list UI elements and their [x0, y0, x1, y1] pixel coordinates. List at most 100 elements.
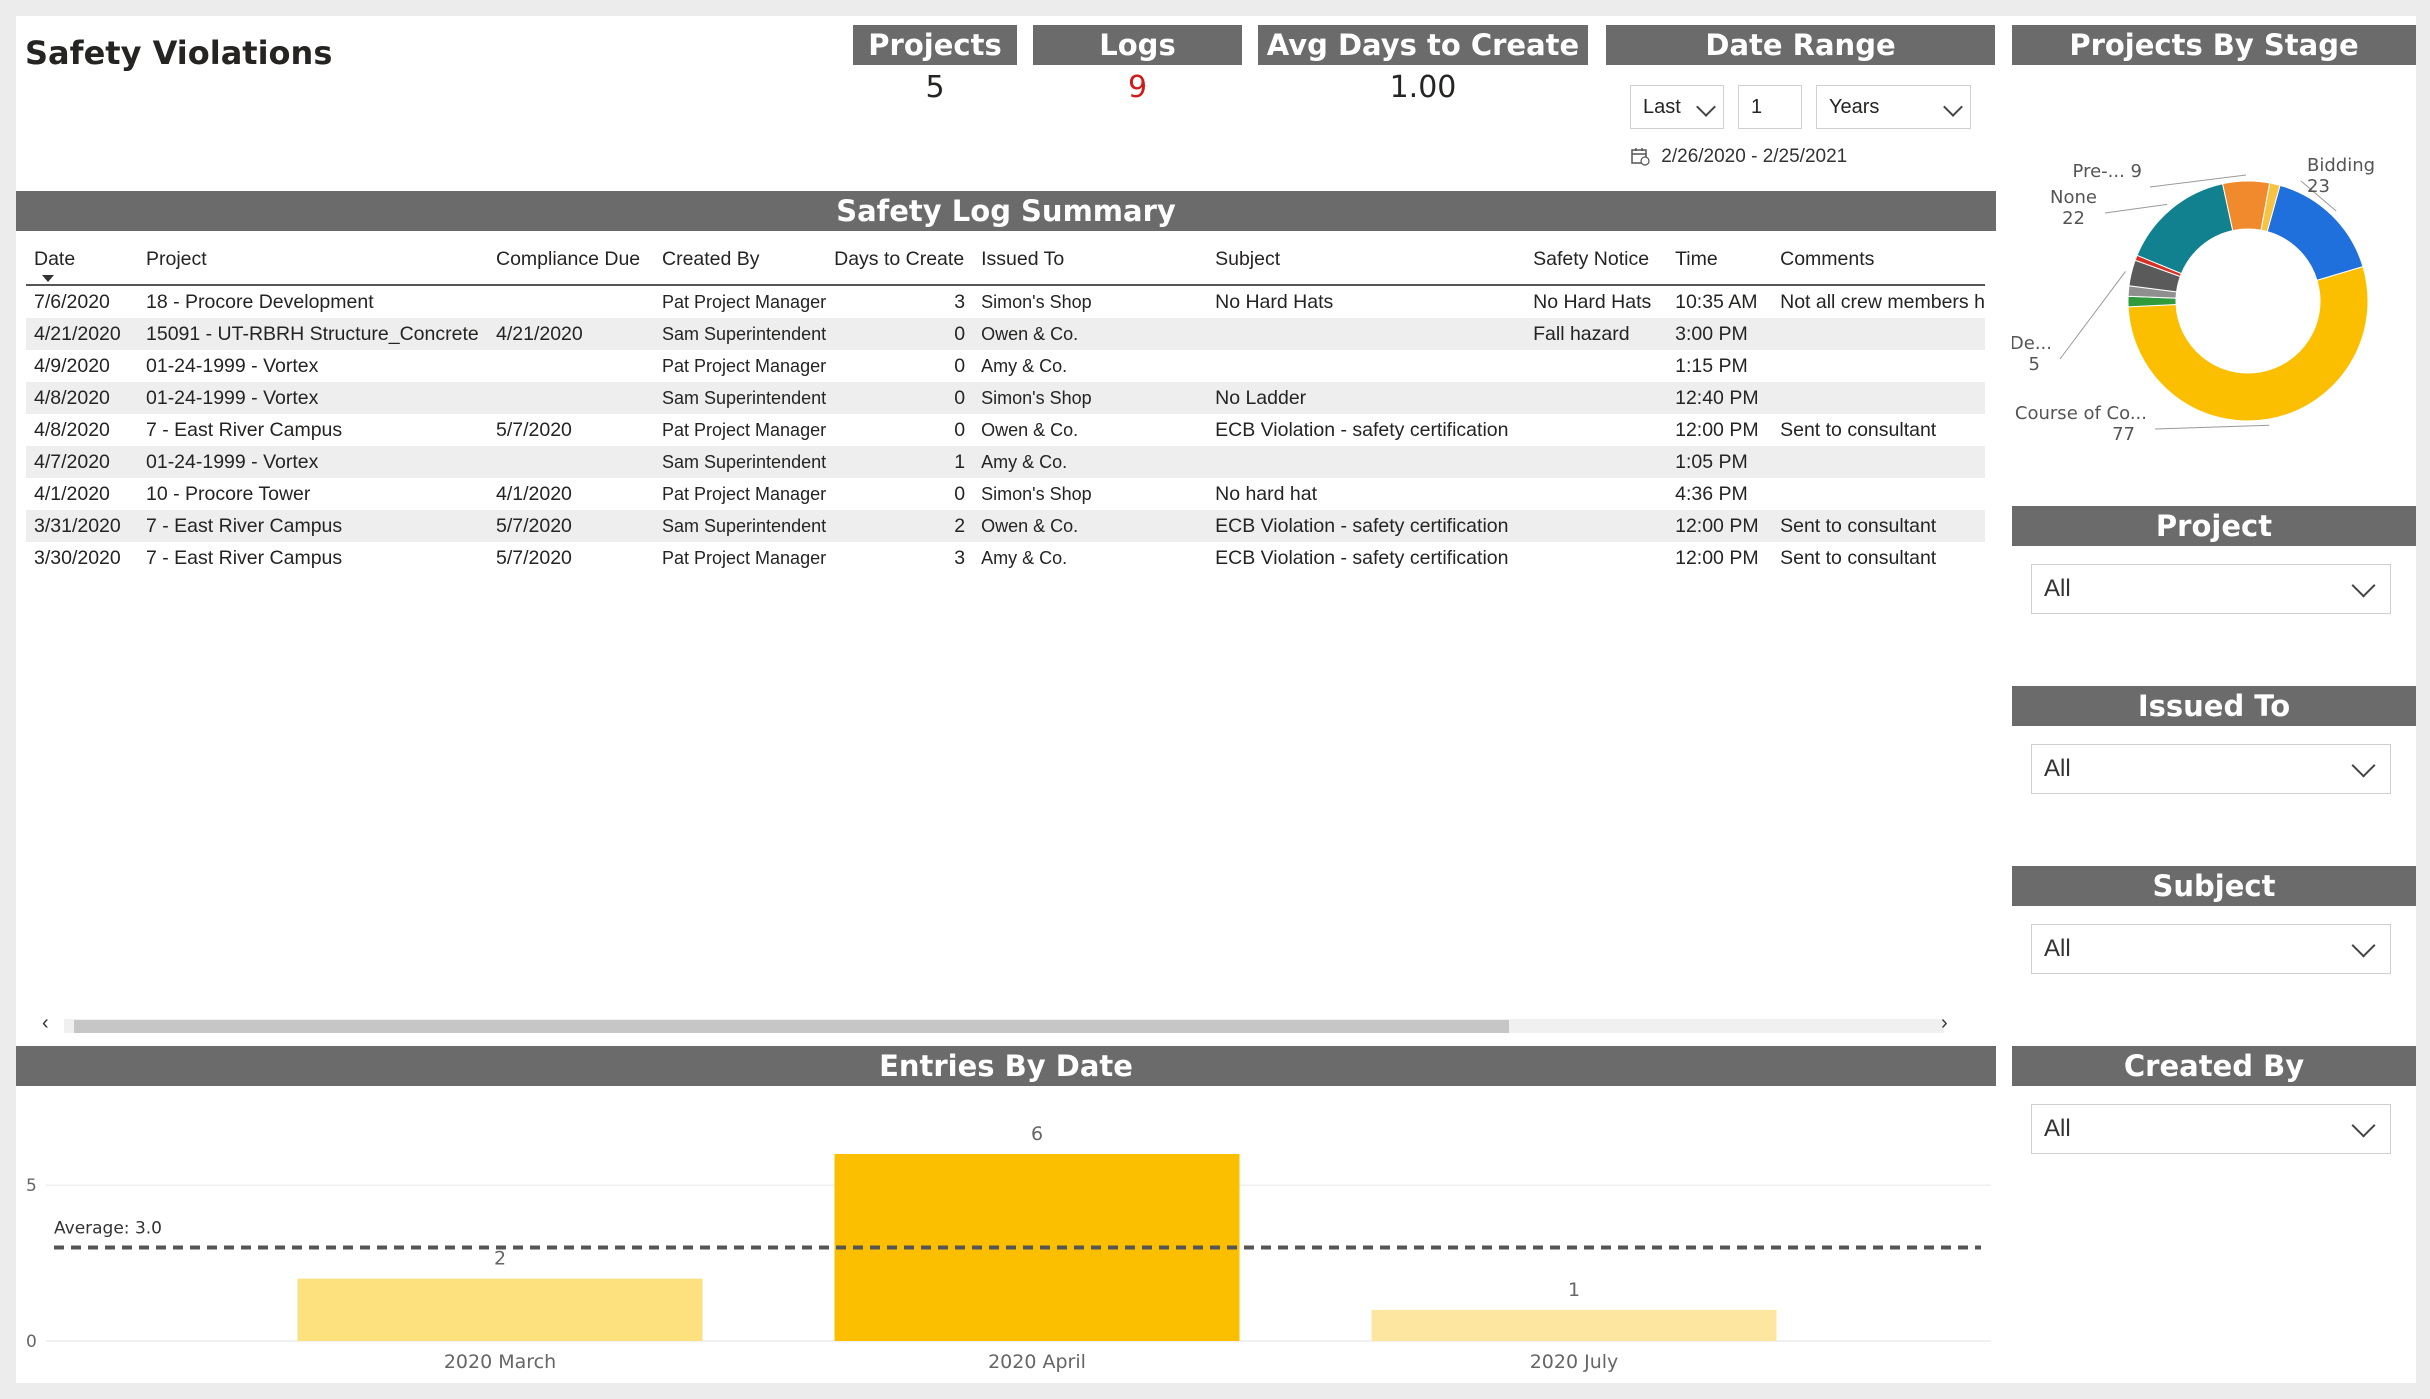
- cell-date: 4/7/2020: [26, 446, 138, 478]
- report-canvas: Safety Violations Projects 5 Logs 9 Avg …: [16, 16, 2416, 1383]
- cell-issued-to: Amy & Co.: [973, 350, 1208, 382]
- subject-slicer-dropdown[interactable]: All: [2031, 924, 2391, 974]
- column-header-time[interactable]: Time: [1667, 234, 1773, 286]
- cell-safety-notice: Fall hazard: [1525, 318, 1668, 350]
- cell-safety-notice: No Hard Hats: [1525, 285, 1668, 318]
- y-tick-label: 5: [26, 1176, 37, 1196]
- chevron-down-icon: [1943, 97, 1963, 117]
- column-header-issued-to[interactable]: Issued To: [973, 234, 1208, 286]
- table-row[interactable]: 4/8/2020 7 - East River Campus 5/7/2020 Pat…: [26, 414, 1985, 446]
- cell-issued-to: Owen & Co.: [973, 318, 1208, 350]
- issued-to-slicer-header: Issued To: [2012, 686, 2416, 726]
- cell-created-by: Sam Superintendent: [654, 382, 827, 414]
- slice-label: Bidding 23: [2307, 155, 2375, 197]
- y-tick-label: 0: [26, 1332, 37, 1352]
- cell-project: 15091 - UT-RBRH Structure_Concrete: [138, 318, 488, 350]
- subject-slicer-value: All: [2044, 935, 2071, 962]
- cell-project: 01-24-1999 - Vortex: [138, 382, 488, 414]
- cell-subject: [1207, 318, 1526, 350]
- cell-issued-to: Amy & Co.: [973, 542, 1208, 574]
- x-tick-label: 2020 April: [988, 1351, 1086, 1373]
- chevron-down-icon: [2351, 573, 2376, 598]
- project-slicer-header: Project: [2012, 506, 2416, 546]
- date-relative-select[interactable]: Last: [1630, 85, 1724, 129]
- summary-header: Safety Log Summary: [16, 191, 1996, 231]
- issued-to-slicer-value: All: [2044, 755, 2071, 782]
- table-row[interactable]: 4/9/2020 01-24-1999 - Vortex Pat Project M…: [26, 350, 1985, 382]
- donut-slice[interactable]: [2266, 184, 2364, 282]
- column-header-project[interactable]: Project: [138, 234, 488, 286]
- cell-subject: ECB Violation - safety certification: [1207, 510, 1526, 542]
- cell-compliance-due: 5/7/2020: [488, 542, 654, 574]
- date-count-input[interactable]: 1: [1738, 85, 1802, 129]
- cell-compliance-due: 5/7/2020: [488, 414, 654, 446]
- table-row[interactable]: 7/6/2020 18 - Procore Development Pat Proj…: [26, 285, 1985, 318]
- column-header-subject[interactable]: Subject: [1207, 234, 1526, 286]
- cell-issued-to: Simon's Shop: [973, 382, 1208, 414]
- date-unit-value: Years: [1829, 96, 1880, 118]
- cell-time: 3:00 PM: [1667, 318, 1773, 350]
- x-tick-label: 2020 July: [1530, 1351, 1619, 1373]
- column-header-date[interactable]: Date: [26, 234, 138, 286]
- created-by-slicer-dropdown[interactable]: All: [2031, 1104, 2391, 1154]
- cell-safety-notice: [1525, 542, 1668, 574]
- cell-project: 7 - East River Campus: [138, 414, 488, 446]
- column-header-compliance-due[interactable]: Compliance Due: [488, 234, 654, 286]
- issued-to-slicer-dropdown[interactable]: All: [2031, 744, 2391, 794]
- scroll-left-arrow[interactable]: ‹: [42, 1012, 49, 1035]
- bar-data-label: 1: [1568, 1279, 1580, 1301]
- table-row[interactable]: 4/21/2020 15091 - UT-RBRH Structure_Concr…: [26, 318, 1985, 350]
- cell-comments: [1772, 382, 1985, 414]
- column-header-safety-notice[interactable]: Safety Notice: [1525, 234, 1668, 286]
- bar[interactable]: [1371, 1309, 1777, 1341]
- table-row[interactable]: 4/7/2020 01-24-1999 - Vortex Sam Superinte…: [26, 446, 1985, 478]
- cell-comments: Not all crew members h: [1772, 285, 1985, 318]
- cell-comments: [1772, 446, 1985, 478]
- cell-days-to-create: 3: [826, 285, 974, 318]
- cell-project: 7 - East River Campus: [138, 542, 488, 574]
- scrollbar-thumb[interactable]: [74, 1020, 1509, 1033]
- bar-data-label: 6: [1031, 1123, 1043, 1145]
- table-row[interactable]: 3/31/2020 7 - East River Campus 5/7/2020 Sa…: [26, 510, 1985, 542]
- column-header-comments[interactable]: Comments: [1772, 234, 1985, 286]
- cell-comments: [1772, 478, 1985, 510]
- cell-days-to-create: 0: [826, 350, 974, 382]
- cell-time: 10:35 AM: [1667, 285, 1773, 318]
- cell-comments: Sent to consultant: [1772, 510, 1985, 542]
- cell-safety-notice: [1525, 382, 1668, 414]
- cell-project: 7 - East River Campus: [138, 510, 488, 542]
- cell-created-by: Sam Superintendent: [654, 318, 827, 350]
- cell-issued-to: Owen & Co.: [973, 510, 1208, 542]
- column-header-days-to-create[interactable]: Days to Create: [826, 234, 974, 286]
- table-row[interactable]: 3/30/2020 7 - East River Campus 5/7/2020 Pa…: [26, 542, 1985, 574]
- logs-card-value: 9: [1127, 70, 1148, 105]
- donut-slice[interactable]: [2136, 183, 2234, 275]
- cell-subject: No hard hat: [1207, 478, 1526, 510]
- cell-compliance-due: 4/1/2020: [488, 478, 654, 510]
- scroll-right-arrow[interactable]: ›: [1941, 1012, 1948, 1035]
- cell-project: 10 - Procore Tower: [138, 478, 488, 510]
- cell-days-to-create: 0: [826, 414, 974, 446]
- bar[interactable]: [297, 1278, 703, 1341]
- created-by-slicer-value: All: [2044, 1115, 2071, 1142]
- cell-issued-to: Owen & Co.: [973, 414, 1208, 446]
- cell-created-by: Sam Superintendent: [654, 446, 827, 478]
- table-row[interactable]: 4/1/2020 10 - Procore Tower 4/1/2020 Pat Pr…: [26, 478, 1985, 510]
- cell-date: 4/1/2020: [26, 478, 138, 510]
- slice-label: None 22: [2050, 187, 2097, 229]
- table-row[interactable]: 4/8/2020 01-24-1999 - Vortex Sam Superinte…: [26, 382, 1985, 414]
- cell-days-to-create: 0: [826, 318, 974, 350]
- page-title: Safety Violations: [25, 34, 333, 72]
- column-header-created-by[interactable]: Created By: [654, 234, 827, 286]
- chevron-down-icon: [2351, 1113, 2376, 1138]
- cell-compliance-due: 5/7/2020: [488, 510, 654, 542]
- cell-comments: [1772, 318, 1985, 350]
- cell-created-by: Sam Superintendent: [654, 510, 827, 542]
- cell-issued-to: Simon's Shop: [973, 285, 1208, 318]
- chevron-down-icon: [2351, 933, 2376, 958]
- project-slicer-dropdown[interactable]: All: [2031, 564, 2391, 614]
- cell-time: 12:40 PM: [1667, 382, 1773, 414]
- safety-log-table: Date Project Compliance Due Created By Days …: [26, 234, 1985, 574]
- date-unit-select[interactable]: Years: [1816, 85, 1971, 129]
- date-relative-value: Last: [1643, 96, 1681, 118]
